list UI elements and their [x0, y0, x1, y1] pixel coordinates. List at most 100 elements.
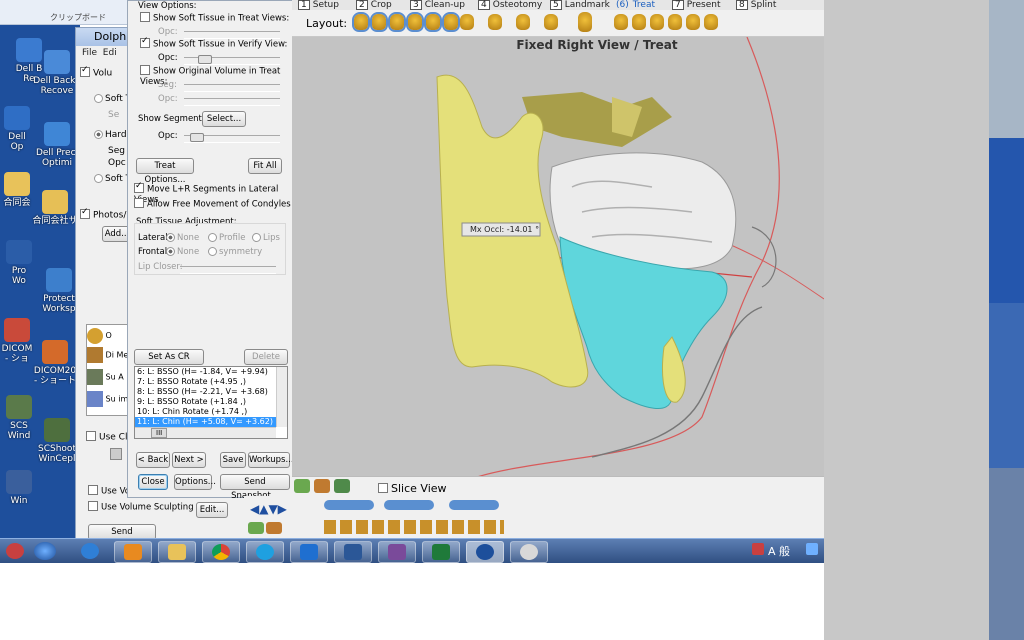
desktop-icon-folder-2[interactable]: 合同会社サ: [20, 190, 80, 226]
back-slider-thumb[interactable]: [110, 448, 122, 460]
layout-head-icon[interactable]: [408, 14, 422, 30]
step-treat[interactable]: (6) Treat: [616, 0, 655, 10]
dolphin-icon[interactable]: [466, 541, 504, 563]
desktop-icon-protect[interactable]: Protect Worksp: [24, 268, 80, 314]
folder-icon[interactable]: [158, 541, 196, 563]
desktop-icon-dell-backup[interactable]: Dell Backu Recove: [22, 50, 80, 96]
layout-head-icon[interactable]: [460, 14, 474, 30]
media-player-icon[interactable]: [114, 541, 152, 563]
select-segments-button[interactable]: Select...: [202, 111, 246, 127]
menu-file[interactable]: File: [82, 48, 97, 58]
history-item[interactable]: 9: L: BSSO Rotate (+1.84 ,): [135, 397, 287, 407]
cancel-icon[interactable]: [4, 541, 26, 561]
layout-head-icon[interactable]: [516, 14, 530, 30]
pan-icon[interactable]: [294, 479, 310, 493]
desktop-icon-scshoot[interactable]: SCShoot WinCepl: [22, 418, 80, 464]
3d-view-canvas[interactable]: Mx Occl: -14.01 °: [292, 37, 824, 476]
lateral-none-radio[interactable]: None: [164, 233, 199, 243]
step-present[interactable]: 7 Present: [672, 0, 721, 10]
step-clean-up[interactable]: 3 Clean-up: [410, 0, 465, 10]
history-item[interactable]: 7: L: BSSO Rotate (+4.95 ,): [135, 377, 287, 387]
back-soft-radio[interactable]: Soft T: [92, 94, 131, 104]
opc-slider-4[interactable]: [184, 133, 280, 143]
layout-head-icon[interactable]: [686, 14, 700, 30]
back-use-checkbox[interactable]: Use Cl: [86, 431, 127, 443]
excel-icon[interactable]: [422, 541, 460, 563]
allow-free-movement-checkbox[interactable]: Allow Free Movement of Condyles: [134, 198, 291, 210]
start-icon[interactable]: [30, 541, 62, 561]
slider-control-3[interactable]: [449, 500, 499, 510]
fit-all-button[interactable]: Fit All: [248, 158, 282, 174]
layout-head-icon[interactable]: [426, 14, 440, 30]
options-button[interactable]: Options...: [174, 474, 216, 490]
history-item[interactable]: 8: L: BSSO (H= -2.21, V= +3.68): [135, 387, 287, 397]
seg-slider[interactable]: [184, 84, 280, 92]
ime-indicator[interactable]: A 般: [768, 543, 790, 559]
layout-head-icon[interactable]: [632, 14, 646, 30]
slider-control-1[interactable]: [324, 500, 374, 510]
chrome-icon[interactable]: [202, 541, 240, 563]
layout-head-icon[interactable]: [444, 14, 458, 30]
step-osteotomy[interactable]: 4 Osteotomy: [478, 0, 542, 10]
set-as-cr-position-button[interactable]: Set As CR Position: [134, 349, 204, 376]
desktop-icon-dicom20[interactable]: DICOM20- ショート: [20, 340, 80, 386]
layout-head-icon[interactable]: [354, 14, 368, 30]
frontal-none-radio[interactable]: None: [164, 247, 199, 257]
close-button[interactable]: Close: [138, 474, 168, 490]
step-crop[interactable]: 2 Crop: [356, 0, 392, 10]
layout-head-icon[interactable]: [544, 14, 558, 30]
treat-options-button[interactable]: Treat Options...: [136, 158, 194, 185]
lateral-profile-radio[interactable]: Profile: [206, 233, 245, 243]
teamviewer-icon[interactable]: [290, 541, 328, 563]
layout-head-icon[interactable]: [488, 14, 502, 30]
lip-closer-slider[interactable]: [180, 266, 276, 274]
hscroll-thumb[interactable]: III: [151, 428, 168, 438]
back-soft2-radio[interactable]: Soft T: [92, 174, 131, 184]
lateral-lips-radio[interactable]: Lips: [250, 233, 280, 243]
step-splint[interactable]: 8 Splint: [736, 0, 776, 10]
edit-button[interactable]: Edit...: [196, 502, 228, 518]
step-setup[interactable]: 1 Setup: [298, 0, 339, 10]
zoom-icon-2[interactable]: [266, 522, 282, 534]
delete-rest-button[interactable]: Delete Rest: [244, 349, 288, 376]
layout-head-icon[interactable]: [372, 14, 386, 30]
app-icon[interactable]: [378, 541, 416, 563]
zoom-icon[interactable]: [314, 479, 330, 493]
layout-heads-row[interactable]: [324, 520, 504, 534]
ie-icon[interactable]: [72, 541, 108, 561]
menu-edit[interactable]: Edi: [103, 48, 117, 58]
history-item[interactable]: 10: L: Chin Rotate (+1.74 ,): [135, 407, 287, 417]
layout-head-icon[interactable]: [704, 14, 718, 30]
tray-alert-icon[interactable]: [752, 543, 764, 555]
save-button[interactable]: Save: [220, 452, 246, 468]
workups-button[interactable]: Workups...: [248, 452, 294, 468]
pan-icon-2[interactable]: [248, 522, 264, 534]
word-icon[interactable]: [334, 541, 372, 563]
paint-icon[interactable]: [510, 541, 548, 563]
layout-head-icon[interactable]: [390, 14, 404, 30]
tray-icon[interactable]: [806, 543, 818, 555]
back-hard-radio[interactable]: Hard: [92, 130, 127, 140]
layout-head-icon[interactable]: [650, 14, 664, 30]
desktop-icon-dell-precision[interactable]: Dell Preci Optimi: [22, 122, 80, 168]
layout-head-icon[interactable]: [614, 14, 628, 30]
history-item-selected[interactable]: 11: L: Chin (H= +5.08, V= +3.62): [135, 417, 287, 427]
skype-icon[interactable]: [246, 541, 284, 563]
history-item[interactable]: 6: L: BSSO (H= -1.84, V= +9.94): [135, 367, 287, 377]
opc-slider-2[interactable]: [184, 55, 280, 65]
history-hscrollbar[interactable]: III: [135, 427, 276, 438]
show-soft-tissue-treat-checkbox[interactable]: Show Soft Tissue in Treat Views:: [140, 12, 289, 24]
layout-head-icon[interactable]: [668, 14, 682, 30]
back-button[interactable]: < Back: [136, 452, 170, 468]
back-volume-checkbox[interactable]: Volu: [80, 65, 112, 79]
send-snapshot-button[interactable]: Send Snapshot...: [220, 474, 290, 501]
show-soft-tissue-verify-checkbox[interactable]: Show Soft Tissue in Verify View:: [140, 36, 287, 50]
step-landmark[interactable]: 5 Landmark: [550, 0, 610, 10]
frontal-symmetry-radio[interactable]: symmetry: [206, 247, 262, 257]
history-list[interactable]: 6: L: BSSO (H= -1.84, V= +9.94) 7: L: BS…: [134, 366, 288, 439]
slider-control-2[interactable]: [384, 500, 434, 510]
layout-multi-icon[interactable]: [578, 12, 592, 32]
next-button[interactable]: Next >: [172, 452, 206, 468]
arrow-controls[interactable]: ◀▲▼▶: [250, 502, 287, 516]
history-vscrollbar[interactable]: [276, 367, 287, 427]
